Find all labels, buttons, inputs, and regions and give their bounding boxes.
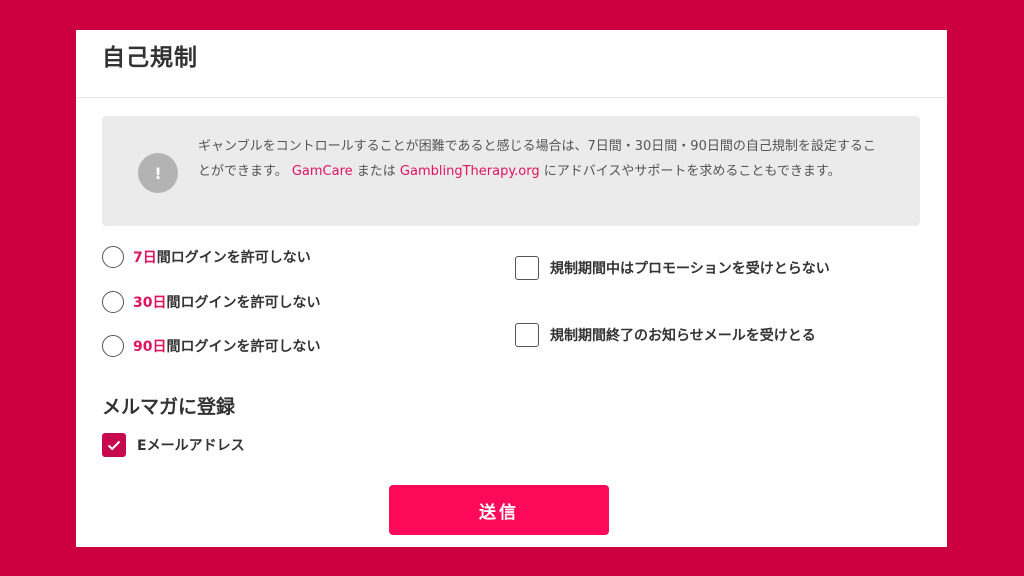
radio-button[interactable]: [102, 335, 124, 357]
checkbox-no-promotions[interactable]: 規制期間中はプロモーションを受けとらない: [515, 254, 830, 282]
checkbox-checked[interactable]: [102, 433, 126, 457]
notice-text: ギャンブルをコントロールすることが困難であると感じる場合は、7日間・30日間・9…: [198, 134, 888, 184]
exclamation-icon: !: [138, 153, 178, 193]
radio-option-30-days[interactable]: 30日間ログインを許可しない: [102, 288, 320, 316]
newsletter-title: メルマガに登録: [102, 396, 236, 418]
checkmark-icon: [107, 440, 121, 450]
checkbox-end-notification[interactable]: 規制期間終了のお知らせメールを受けとる: [515, 321, 816, 349]
radio-button[interactable]: [102, 291, 124, 313]
radio-label: 90日間ログインを許可しない: [133, 339, 321, 355]
checkbox-label: 規制期間中はプロモーションを受けとらない: [550, 261, 830, 277]
notice-text-after: にアドバイスやサポートを求めることもできます。: [539, 164, 841, 179]
gambling-therapy-link[interactable]: GamblingTherapy.org: [400, 164, 540, 179]
info-notice: ! ギャンブルをコントロールすることが困難であると感じる場合は、7日間・30日間…: [102, 116, 920, 226]
page-title: 自己規制: [102, 45, 198, 71]
radio-button[interactable]: [102, 246, 124, 268]
submit-button[interactable]: 送信: [389, 485, 609, 535]
radio-option-7-days[interactable]: 7日間ログインを許可しない: [102, 243, 311, 271]
radio-option-90-days[interactable]: 90日間ログインを許可しない: [102, 332, 320, 360]
checkbox-label: 規制期間終了のお知らせメールを受けとる: [550, 328, 816, 344]
header-divider: [76, 97, 947, 98]
notice-text-middle: または: [352, 164, 400, 179]
gamcare-link[interactable]: GamCare: [292, 164, 353, 179]
self-exclusion-panel: 自己規制 ! ギャンブルをコントロールすることが困難であると感じる場合は、7日間…: [76, 30, 947, 547]
checkbox[interactable]: [515, 323, 539, 347]
radio-label: 7日間ログインを許可しない: [133, 250, 311, 266]
checkbox-newsletter-email[interactable]: Eメールアドレス: [102, 431, 245, 459]
checkbox[interactable]: [515, 256, 539, 280]
checkbox-label: Eメールアドレス: [137, 438, 245, 454]
radio-label: 30日間ログインを許可しない: [133, 295, 321, 311]
